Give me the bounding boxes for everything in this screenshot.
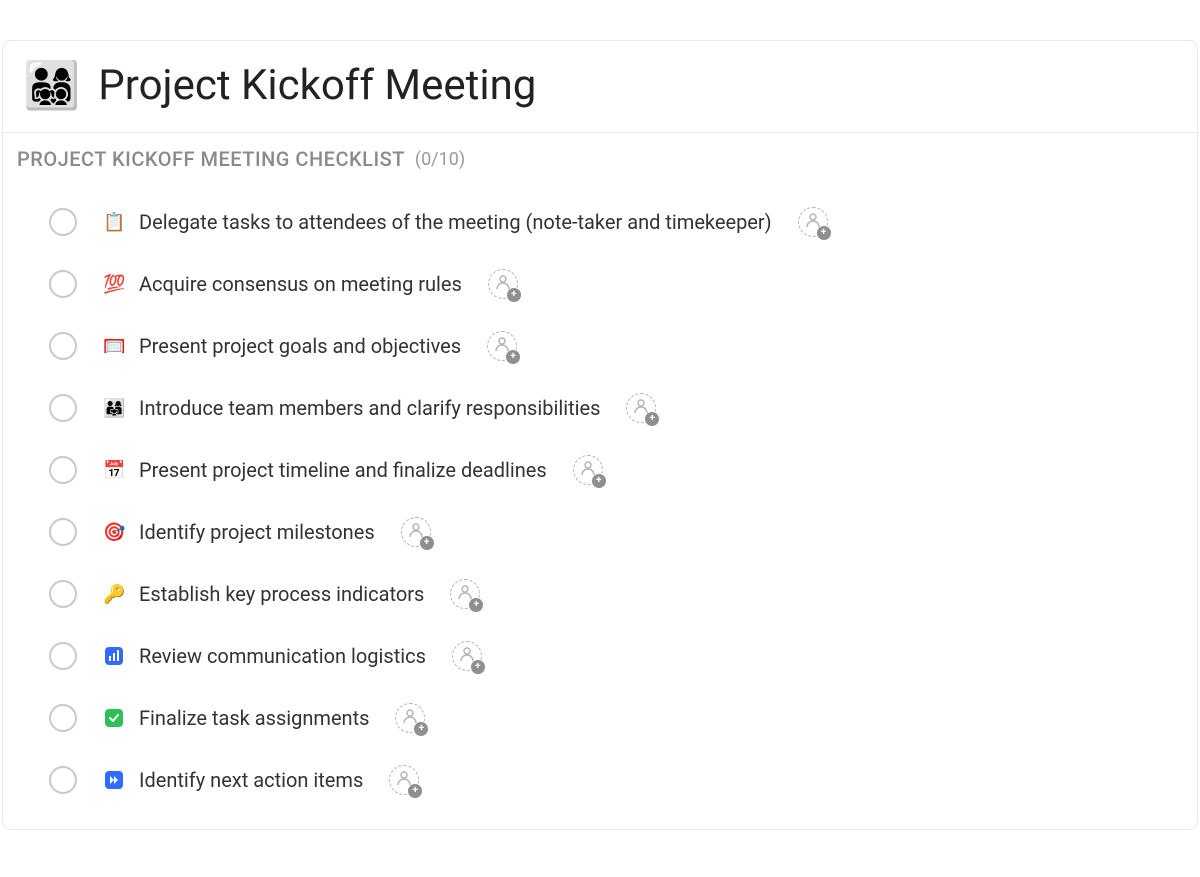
add-assignee-button[interactable]: + [389,765,419,795]
page-header: 👨‍👩‍👧‍👦 Project Kickoff Meeting [3,41,1197,133]
checkbox[interactable] [49,766,77,794]
section-heading: PROJECT KICKOFF MEETING CHECKLIST (0/10) [17,147,1183,171]
plus-icon: + [420,536,434,550]
checklist-section: PROJECT KICKOFF MEETING CHECKLIST (0/10)… [3,133,1197,829]
item-label: Review communication logistics [139,644,426,668]
item-icon: 🔑 [103,584,125,605]
add-assignee-button[interactable]: + [488,269,518,299]
add-assignee-button[interactable]: + [401,517,431,547]
item-label: Delegate tasks to attendees of the meeti… [139,210,772,234]
item-icon: 📅 [103,460,125,481]
item-label: Identify project milestones [139,520,375,544]
add-assignee-button[interactable]: + [626,393,656,423]
item-label: Introduce team members and clarify respo… [139,396,600,420]
emoji-icon: 🎯 [103,522,125,543]
emoji-icon: 📅 [103,460,125,481]
page-card: 👨‍👩‍👧‍👦 Project Kickoff Meeting PROJECT … [2,40,1198,830]
checklist-item[interactable]: 💯 Acquire consensus on meeting rules + [17,253,1183,315]
item-icon: 📋 [103,212,125,233]
checklist-item[interactable]: 👨‍👩‍👧 Introduce team members and clarify … [17,377,1183,439]
section-title: PROJECT KICKOFF MEETING CHECKLIST [17,147,405,171]
emoji-icon: 💯 [103,274,125,295]
family-icon: 👨‍👩‍👧‍👦 [23,63,80,109]
add-assignee-button[interactable]: + [452,641,482,671]
checklist-item[interactable]: 🎯 Identify project milestones + [17,501,1183,563]
item-icon [103,646,125,667]
checklist-item[interactable]: 📅 Present project timeline and finalize d… [17,439,1183,501]
item-icon [103,770,125,791]
plus-icon: + [408,784,422,798]
checkbox[interactable] [49,518,77,546]
item-label: Identify next action items [139,768,363,792]
plus-icon: + [506,350,520,364]
checkbox[interactable] [49,208,77,236]
next-icon [105,771,123,789]
check-icon [105,709,123,727]
checkbox[interactable] [49,394,77,422]
item-icon [103,708,125,729]
item-label: Finalize task assignments [139,706,369,730]
checkbox[interactable] [49,270,77,298]
emoji-icon: 🥅 [103,336,125,357]
emoji-icon: 🔑 [103,584,125,605]
checkbox[interactable] [49,642,77,670]
plus-icon: + [469,598,483,612]
item-label: Present project timeline and finalize de… [139,458,547,482]
page-title: Project Kickoff Meeting [98,61,536,110]
item-icon: 🥅 [103,336,125,357]
checklist-item[interactable]: 🔑 Establish key process indicators + [17,563,1183,625]
checklist-item[interactable]: 📋 Delegate tasks to attendees of the meet… [17,191,1183,253]
plus-icon: + [645,412,659,426]
plus-icon: + [507,288,521,302]
add-assignee-button[interactable]: + [395,703,425,733]
emoji-icon: 📋 [103,212,125,233]
add-assignee-button[interactable]: + [450,579,480,609]
plus-icon: + [414,722,428,736]
add-assignee-button[interactable]: + [798,207,828,237]
checkbox[interactable] [49,580,77,608]
checklist-item[interactable]: Identify next action items + [17,749,1183,811]
checklist-items: 📋 Delegate tasks to attendees of the meet… [17,191,1183,811]
add-assignee-button[interactable]: + [573,455,603,485]
plus-icon: + [592,474,606,488]
section-count: (0/10) [415,149,465,170]
item-label: Present project goals and objectives [139,334,461,358]
item-icon: 👨‍👩‍👧 [103,398,125,419]
item-icon: 💯 [103,274,125,295]
checklist-item[interactable]: Review communication logistics + [17,625,1183,687]
emoji-icon: 👨‍👩‍👧 [103,398,125,419]
checklist-item[interactable]: 🥅 Present project goals and objectives + [17,315,1183,377]
add-assignee-button[interactable]: + [487,331,517,361]
checkbox[interactable] [49,456,77,484]
item-label: Acquire consensus on meeting rules [139,272,462,296]
item-icon: 🎯 [103,522,125,543]
plus-icon: + [817,226,831,240]
bar-chart-icon [105,647,123,665]
plus-icon: + [471,660,485,674]
checklist-item[interactable]: Finalize task assignments + [17,687,1183,749]
checkbox[interactable] [49,704,77,732]
item-label: Establish key process indicators [139,582,424,606]
checkbox[interactable] [49,332,77,360]
